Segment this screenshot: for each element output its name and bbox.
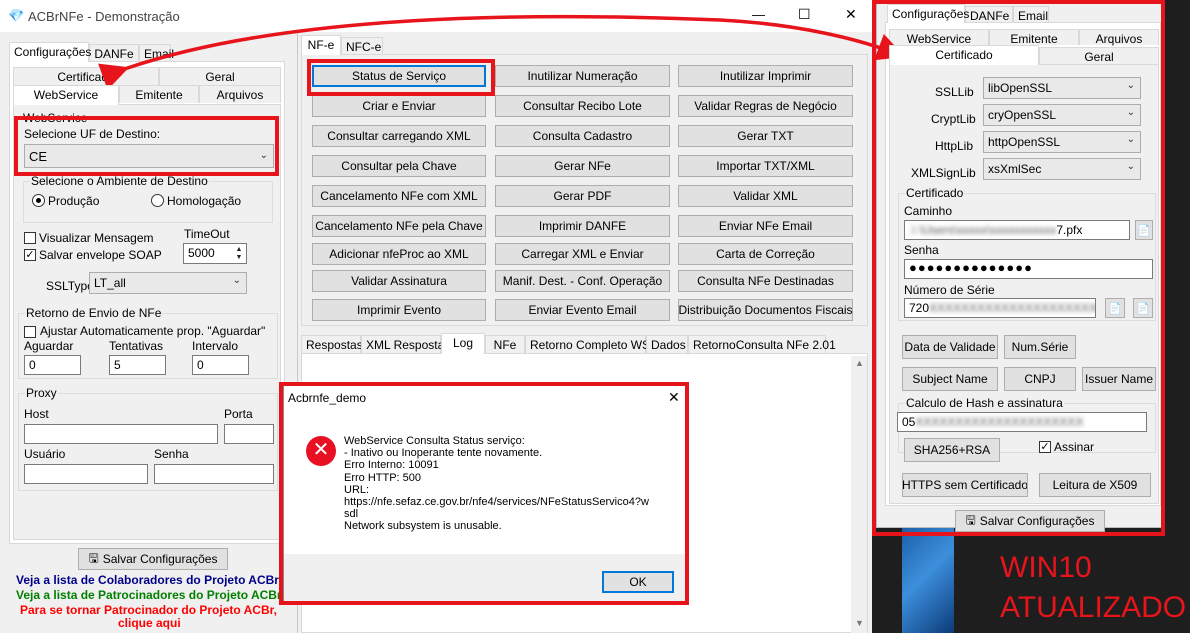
tab-log[interactable]: Log bbox=[441, 333, 485, 354]
tab-nfe[interactable]: NF-e bbox=[301, 35, 341, 55]
right-subtab-certificado[interactable]: Certificado bbox=[889, 45, 1039, 65]
annotation-arrow bbox=[98, 14, 906, 90]
right-tab-configuracoes[interactable]: Configurações bbox=[887, 4, 969, 23]
arrow-path bbox=[98, 14, 906, 90]
subtab-webservice[interactable]: WebService bbox=[13, 85, 119, 105]
tab-configuracoes[interactable]: Configurações bbox=[9, 42, 91, 62]
